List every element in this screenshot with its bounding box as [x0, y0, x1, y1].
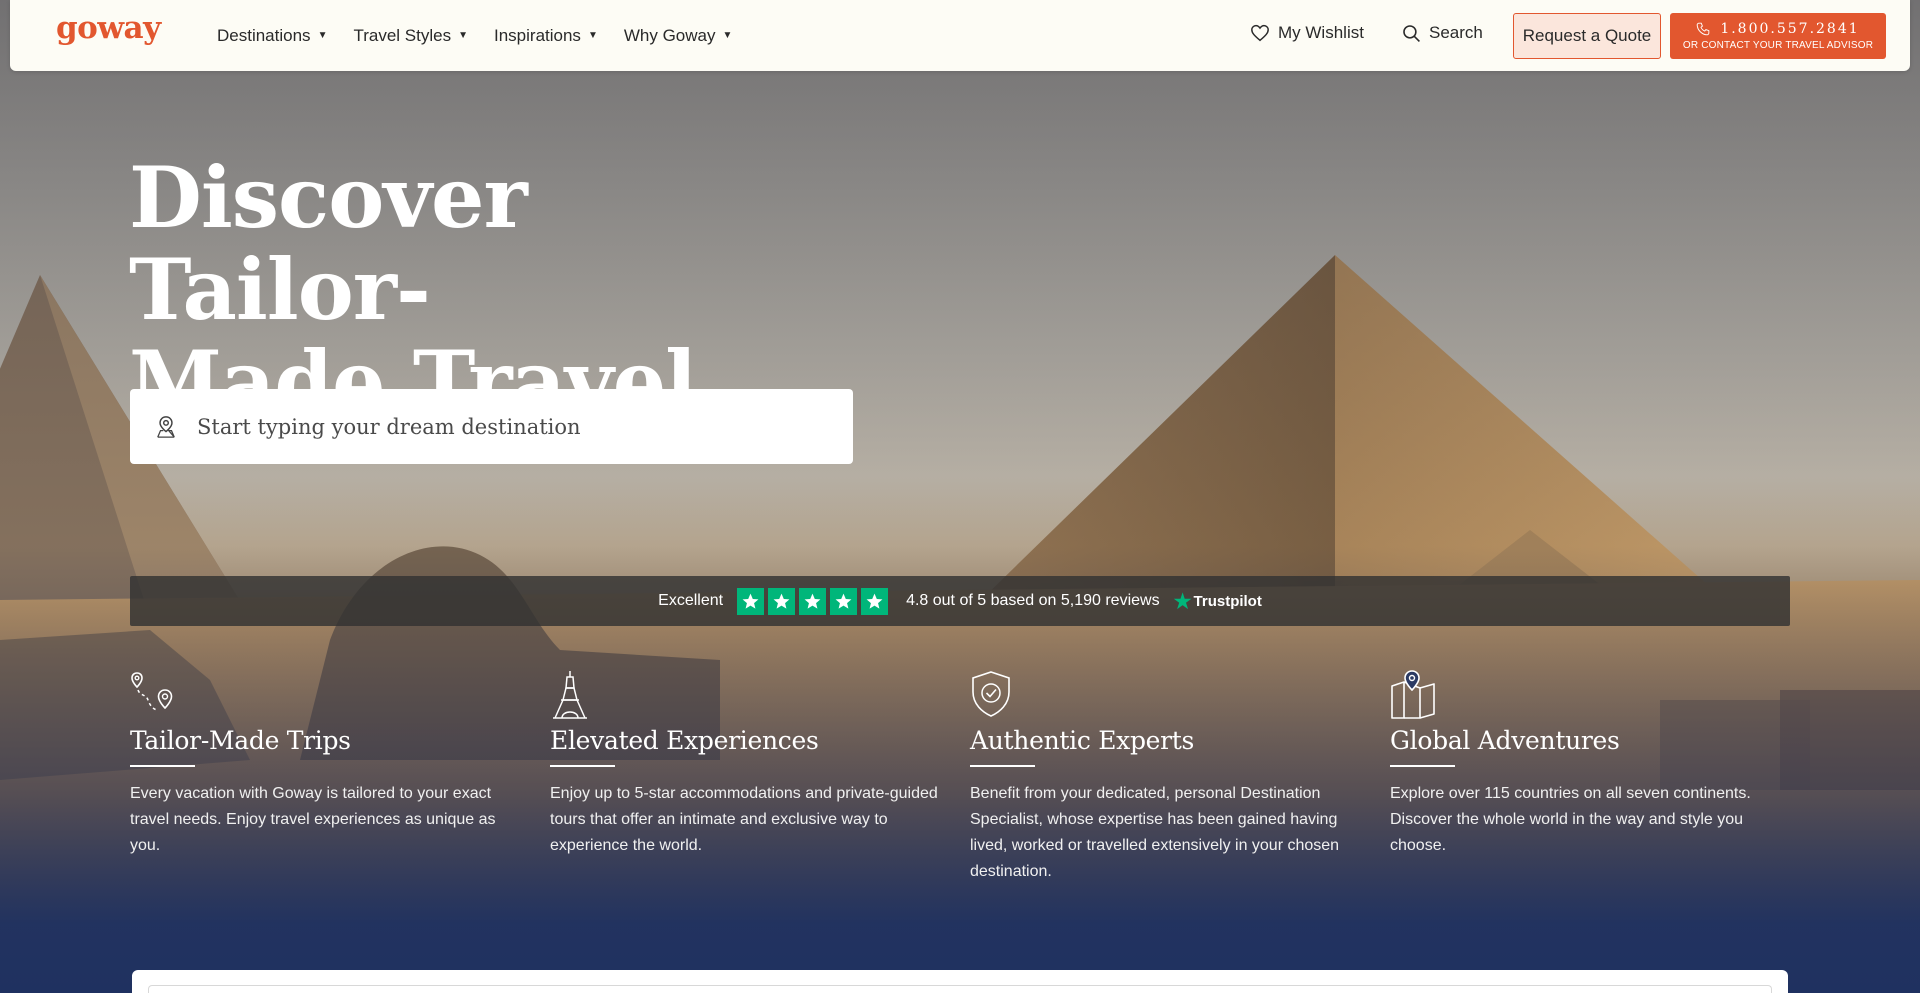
- trustpilot-star-icon: ★: [1173, 590, 1192, 613]
- trust-stars: [737, 587, 892, 615]
- trustpilot-brand: Trustpilot: [1193, 592, 1262, 610]
- nav-label: Why Goway: [623, 25, 716, 45]
- phone-icon: [1697, 22, 1710, 36]
- phone-number: 1.800.557.2841: [1720, 21, 1860, 37]
- star-icon: [830, 587, 858, 615]
- feature-text: Enjoy up to 5-star accommodations and pr…: [550, 785, 938, 854]
- search-icon: [1403, 24, 1420, 42]
- nav-travel-styles[interactable]: Travel Styles ▼: [353, 26, 468, 46]
- hero-title: Discover Tailor- Made Travel: [129, 152, 829, 428]
- feature-title: Elevated Experiences: [550, 726, 819, 755]
- trustpilot-logo: ★ Trustpilot: [1174, 589, 1262, 614]
- trust-rating-word: Excellent: [658, 592, 724, 609]
- main-nav: Destinations ▼ Travel Styles ▼ Inspirati…: [217, 0, 758, 71]
- feature-divider: [130, 765, 195, 767]
- nav-destinations[interactable]: Destinations ▼: [217, 26, 327, 46]
- feature-tailor-made: Tailor-Made Trips Every vacation with Go…: [130, 670, 530, 859]
- search-placeholder: Start typing your dream destination: [197, 414, 581, 439]
- content-panel-inner: [148, 985, 1772, 993]
- goway-logo[interactable]: goway: [56, 10, 161, 46]
- feature-text: Every vacation with Goway is tailored to…: [130, 785, 496, 854]
- shield-check-icon: [970, 670, 1370, 720]
- feature-title: Tailor-Made Trips: [130, 726, 351, 755]
- map-pin-icon: [1390, 670, 1790, 720]
- heart-icon: [1251, 24, 1269, 42]
- hero-title-line: Discover Tailor-: [129, 148, 528, 339]
- nav-why-goway[interactable]: Why Goway ▼: [624, 26, 733, 46]
- feature-title: Authentic Experts: [970, 726, 1195, 755]
- search-label: Search: [1429, 23, 1483, 42]
- caret-down-icon: ▼: [587, 30, 598, 41]
- route-pins-icon: [130, 670, 530, 720]
- nav-label: Destinations: [217, 25, 311, 45]
- feature-text: Benefit from your dedicated, personal De…: [970, 785, 1340, 880]
- location-pin-icon: [157, 415, 175, 438]
- request-quote-button[interactable]: Request a Quote: [1513, 13, 1661, 59]
- trust-summary: 4.8 out of 5 based on 5,190 reviews: [906, 592, 1160, 609]
- star-icon: [768, 587, 796, 615]
- phone-subtext: OR CONTACT YOUR TRAVEL ADVISOR: [1682, 40, 1874, 51]
- feature-title: Global Adventures: [1390, 726, 1620, 755]
- search-link[interactable]: Search: [1402, 23, 1483, 43]
- feature-experts: Authentic Experts Benefit from your dedi…: [970, 670, 1370, 885]
- feature-divider: [970, 765, 1035, 767]
- trustpilot-widget[interactable]: Excellent 4.8 out of 5 based on 5,190 re…: [130, 576, 1790, 626]
- phone-number-row: 1.800.557.2841: [1696, 21, 1859, 37]
- eiffel-tower-icon: [550, 670, 950, 720]
- feature-global: Global Adventures Explore over 115 count…: [1390, 670, 1790, 859]
- wishlist-link[interactable]: My Wishlist: [1250, 23, 1364, 43]
- destination-search-input[interactable]: Start typing your dream destination: [130, 389, 853, 464]
- caret-down-icon: ▼: [317, 30, 328, 41]
- feature-elevated: Elevated Experiences Enjoy up to 5-star …: [550, 670, 950, 859]
- nav-inspirations[interactable]: Inspirations ▼: [494, 26, 598, 46]
- caret-down-icon: ▼: [458, 30, 468, 41]
- call-button[interactable]: 1.800.557.2841 OR CONTACT YOUR TRAVEL AD…: [1670, 13, 1886, 59]
- star-icon: [799, 587, 827, 615]
- feature-text: Explore over 115 countries on all seven …: [1390, 785, 1751, 854]
- feature-divider: [1390, 765, 1455, 767]
- nav-label: Travel Styles: [353, 25, 452, 45]
- star-icon: [861, 587, 889, 615]
- caret-down-icon: ▼: [722, 30, 733, 41]
- nav-label: Inspirations: [494, 25, 581, 45]
- content-panel: [132, 970, 1788, 993]
- feature-divider: [550, 765, 615, 767]
- site-header: goway Destinations ▼ Travel Styles ▼ Ins…: [10, 0, 1910, 71]
- wishlist-label: My Wishlist: [1278, 23, 1364, 42]
- star-icon: [737, 587, 765, 615]
